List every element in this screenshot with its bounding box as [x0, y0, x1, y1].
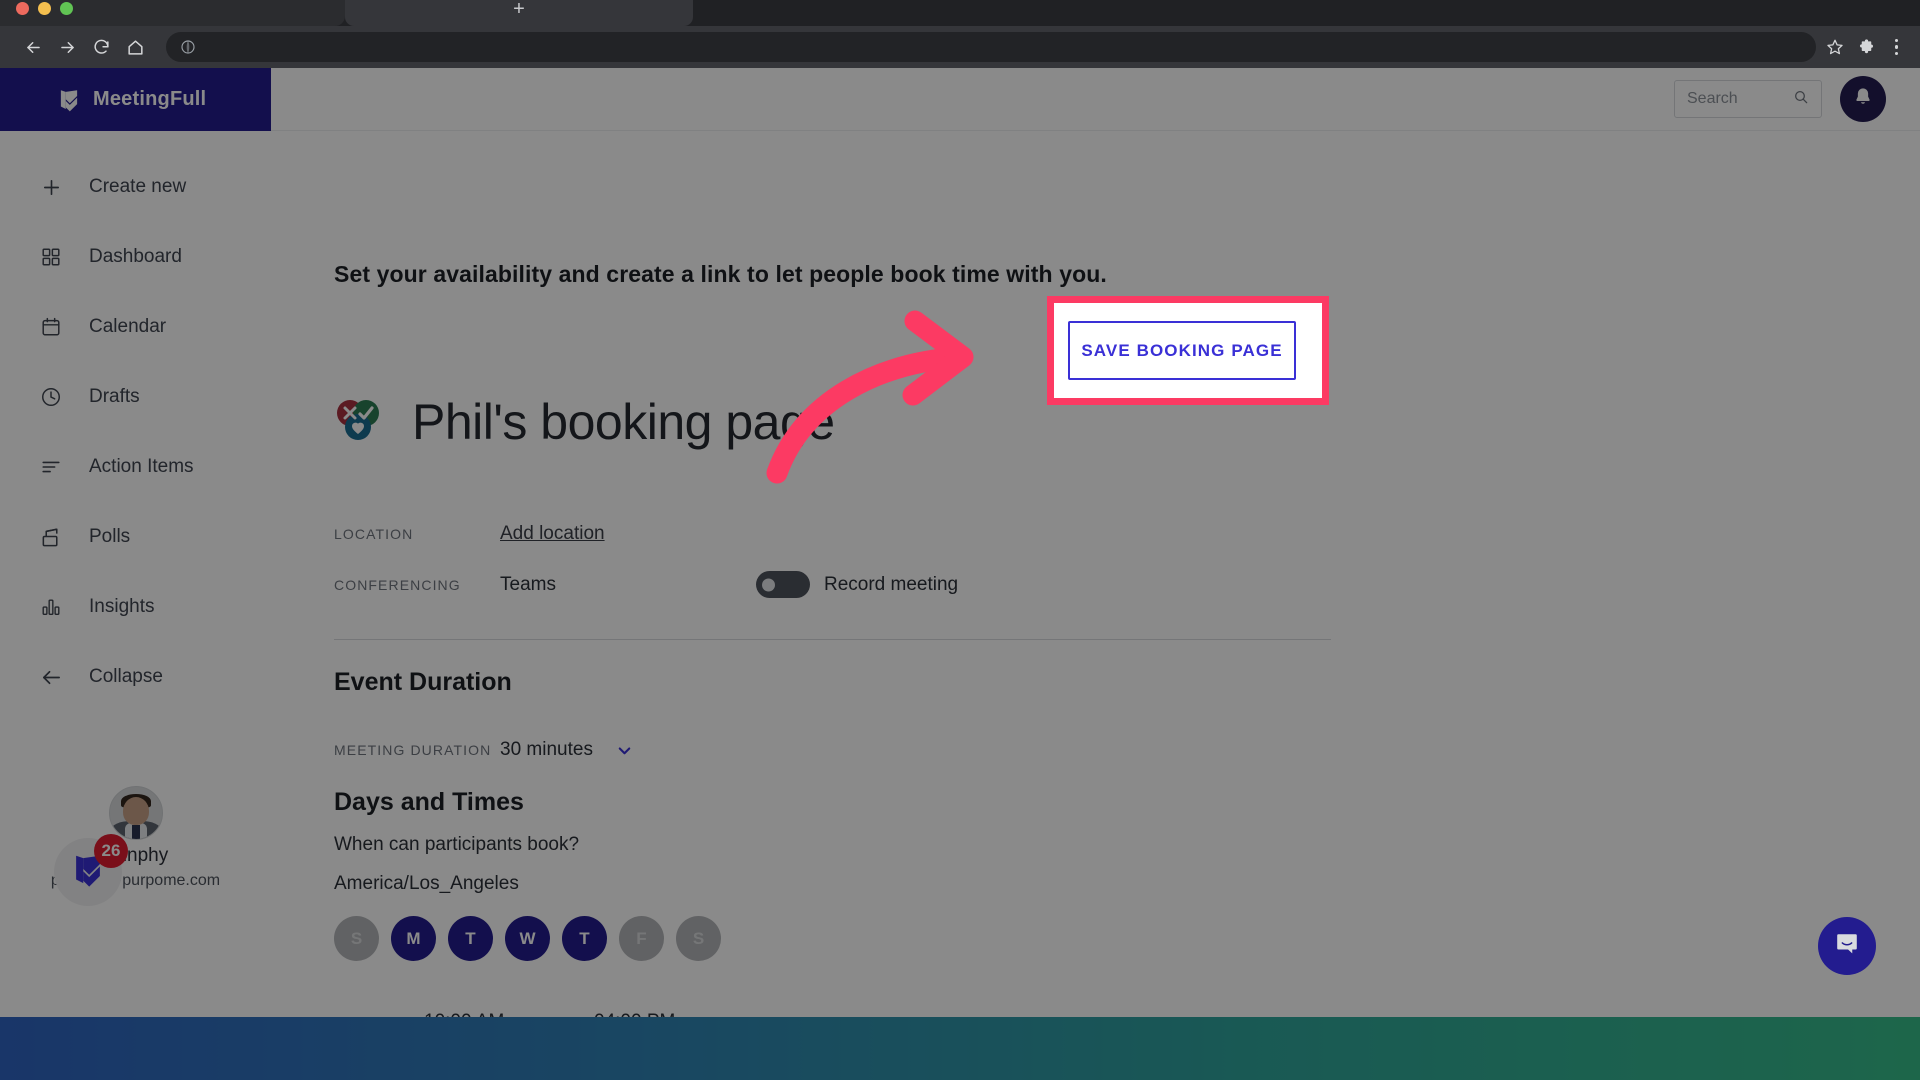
conferencing-row: CONFERENCING Teams — [334, 574, 556, 596]
timezone-value[interactable]: America/Los_Angeles — [334, 873, 519, 895]
day-toggle-monday[interactable]: M — [391, 916, 436, 961]
address-bar[interactable] — [166, 32, 1816, 62]
section-divider — [334, 639, 1331, 640]
sidebar-item-label: Action Items — [89, 456, 194, 477]
sidebar-item-label: Polls — [89, 526, 131, 547]
meeting-duration-row: MEETING DURATION 30 minutes — [334, 739, 634, 761]
list-icon — [38, 456, 64, 478]
record-meeting-row: Record meeting — [756, 571, 958, 598]
poll-icon — [38, 526, 64, 549]
clock-icon — [38, 386, 64, 408]
star-icon[interactable] — [1826, 38, 1844, 56]
maximize-window-button[interactable] — [60, 1, 73, 15]
chat-widget-button[interactable] — [1818, 917, 1876, 975]
search-placeholder: Search — [1687, 90, 1738, 107]
sidebar-item-dashboard[interactable]: Dashboard — [0, 222, 271, 292]
footer-gradient-bar — [0, 1017, 1920, 1080]
new-tab-button[interactable]: + — [345, 0, 693, 26]
record-meeting-toggle[interactable] — [756, 571, 810, 598]
sidebar-item-label: Insights — [89, 596, 155, 617]
user-profile[interactable]: Dunphy phil...hy@purpome.com — [0, 786, 271, 890]
puzzle-icon[interactable] — [1857, 38, 1876, 57]
sidebar-item-collapse[interactable]: Collapse — [0, 642, 271, 712]
days-and-times-heading: Days and Times — [334, 788, 524, 816]
sidebar-item-label: Dashboard — [89, 246, 182, 267]
topbar: Search — [271, 68, 1920, 131]
save-booking-page-button[interactable]: SAVE BOOKING PAGE — [1068, 321, 1296, 380]
conferencing-value[interactable]: Teams — [500, 574, 556, 596]
calendar-icon — [38, 316, 64, 338]
kebab-menu-icon[interactable] — [1889, 38, 1905, 56]
meeting-duration-label: MEETING DURATION — [334, 742, 492, 758]
day-selector: S M T W T F S — [334, 916, 721, 961]
sidebar-item-calendar[interactable]: Calendar — [0, 292, 271, 362]
home-icon[interactable] — [118, 30, 152, 64]
curved-arrow-right-icon — [755, 310, 1015, 489]
event-duration-heading: Event Duration — [334, 668, 512, 696]
plus-icon — [38, 176, 64, 199]
meetingfull-app: MeetingFull Create new Dashboard Calenda… — [0, 68, 1920, 1080]
day-toggle-friday[interactable]: F — [619, 916, 664, 961]
day-toggle-tuesday[interactable]: T — [448, 916, 493, 961]
window-controls — [0, 0, 345, 26]
day-toggle-thursday[interactable]: T — [562, 916, 607, 961]
arrow-left-icon — [38, 666, 64, 689]
location-row: LOCATION Add location — [334, 523, 605, 545]
sidebar-item-label: Drafts — [89, 386, 140, 407]
chevron-down-icon[interactable] — [615, 741, 634, 760]
page-lede: Set your availability and create a link … — [334, 261, 1107, 287]
globe-icon — [180, 39, 196, 55]
forward-arrow-icon[interactable] — [50, 30, 84, 64]
sidebar-item-drafts[interactable]: Drafts — [0, 362, 271, 432]
sidebar-item-create-new[interactable]: Create new — [0, 152, 271, 222]
notification-count-badge: 26 — [94, 834, 128, 868]
toolbar-actions — [1826, 38, 1905, 57]
sidebar-item-action-items[interactable]: Action Items — [0, 432, 271, 502]
browser-toolbar — [0, 26, 1920, 68]
minimize-window-button[interactable] — [38, 1, 51, 15]
search-input[interactable]: Search — [1674, 80, 1822, 118]
bar-chart-icon — [38, 596, 64, 618]
brand-header[interactable]: MeetingFull — [0, 68, 271, 131]
day-toggle-sunday[interactable]: S — [334, 916, 379, 961]
poll-circles-icon — [334, 398, 382, 447]
brand-name: MeetingFull — [93, 88, 207, 110]
conferencing-label: CONFERENCING — [334, 577, 461, 593]
add-location-link[interactable]: Add location — [500, 523, 605, 545]
page-viewport: MeetingFull Create new Dashboard Calenda… — [0, 68, 1920, 1080]
meeting-duration-value[interactable]: 30 minutes — [500, 739, 593, 761]
main-content: Set your availability and create a link … — [271, 131, 1920, 1080]
participants-question: When can participants book? — [334, 834, 580, 855]
sidebar-item-polls[interactable]: Polls — [0, 502, 271, 572]
search-icon[interactable] — [1793, 89, 1809, 110]
sidebar-item-label: Create new — [89, 176, 187, 197]
notifications-button[interactable] — [1840, 76, 1886, 122]
avatar — [108, 786, 163, 840]
sidebar-item-label: Collapse — [89, 666, 163, 687]
grid-icon — [38, 246, 64, 268]
sidebar-item-label: Calendar — [89, 316, 167, 337]
day-toggle-wednesday[interactable]: W — [505, 916, 550, 961]
back-arrow-icon[interactable] — [16, 30, 50, 64]
reload-icon[interactable] — [84, 30, 118, 64]
sidebar-nav: Create new Dashboard Calendar Drafts Act… — [0, 131, 271, 712]
sidebar-item-insights[interactable]: Insights — [0, 572, 271, 642]
record-meeting-label: Record meeting — [824, 573, 959, 595]
browser-window: + MeetingFull Create new Dashboard Calen… — [0, 0, 1920, 1080]
browser-tabstrip: + — [0, 0, 1920, 26]
sidebar: MeetingFull Create new Dashboard Calenda… — [0, 68, 271, 1018]
annotation-arrow — [755, 305, 1015, 490]
close-window-button[interactable] — [16, 1, 29, 15]
location-label: LOCATION — [334, 526, 414, 542]
new-tab-label: + — [513, 0, 525, 20]
day-toggle-saturday[interactable]: S — [676, 916, 721, 961]
bell-icon — [1852, 86, 1874, 113]
intercom-chat-icon — [1833, 930, 1861, 963]
help-launcher-button[interactable]: 26 — [54, 834, 128, 906]
save-booking-page-highlight: SAVE BOOKING PAGE — [1047, 296, 1329, 405]
meetingfull-logo-icon — [56, 87, 82, 113]
